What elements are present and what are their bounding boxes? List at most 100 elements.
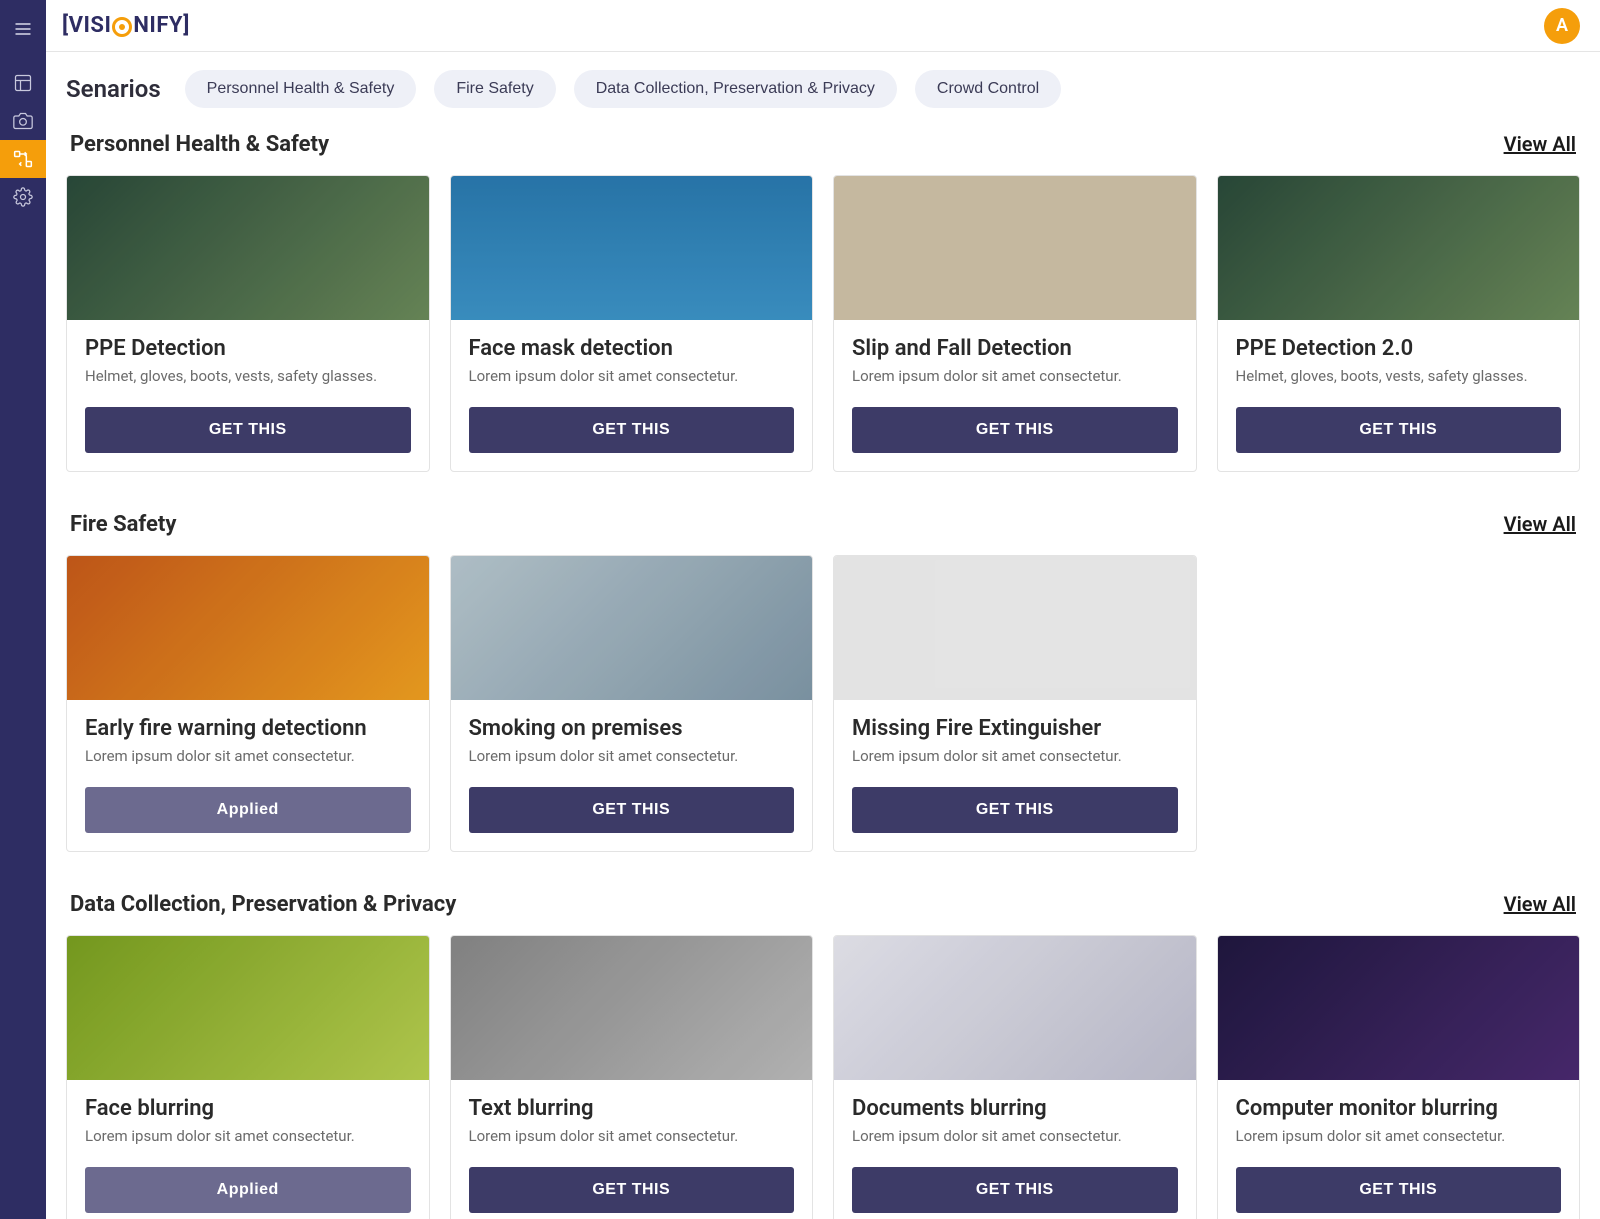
sidebar bbox=[0, 0, 46, 1219]
card-body: Computer monitor blurring Lorem ipsum dol… bbox=[1218, 1080, 1580, 1219]
card-title: Text blurring bbox=[469, 1096, 795, 1121]
card-body: Slip and Fall Detection Lorem ipsum dolor… bbox=[834, 320, 1196, 471]
menu-icon bbox=[13, 19, 33, 39]
gear-icon bbox=[13, 187, 33, 207]
card-description: Lorem ipsum dolor sit amet consectetur. bbox=[85, 747, 411, 765]
card-title: Face blurring bbox=[85, 1096, 411, 1121]
logo[interactable]: [VISI NIFY] bbox=[62, 13, 190, 38]
card-title: Documents blurring bbox=[852, 1096, 1178, 1121]
get-this-button[interactable]: GET THIS bbox=[852, 787, 1178, 833]
filter-chip-3[interactable]: Crowd Control bbox=[915, 70, 1061, 108]
scenario-card: Computer monitor blurring Lorem ipsum dol… bbox=[1217, 935, 1581, 1219]
card-grid-2: Face blurring Lorem ipsum dolor sit amet … bbox=[66, 935, 1580, 1219]
card-description: Lorem ipsum dolor sit amet consectetur. bbox=[852, 367, 1178, 385]
logo-prefix: [VISI bbox=[62, 13, 111, 38]
card-description: Lorem ipsum dolor sit amet consectetur. bbox=[852, 1127, 1178, 1145]
card-body: Face blurring Lorem ipsum dolor sit amet … bbox=[67, 1080, 429, 1219]
card-image bbox=[451, 556, 813, 700]
section-title: Fire Safety bbox=[70, 512, 176, 537]
scenario-card: Smoking on premises Lorem ipsum dolor sit… bbox=[450, 555, 814, 852]
card-title: PPE Detection 2.0 bbox=[1236, 336, 1562, 361]
card-image bbox=[834, 176, 1196, 320]
filter-chips: Personnel Health & Safety Fire Safety Data… bbox=[185, 70, 1062, 108]
get-this-button[interactable]: GET THIS bbox=[85, 407, 411, 453]
card-image bbox=[1218, 936, 1580, 1080]
filter-chip-2[interactable]: Data Collection, Preservation & Privacy bbox=[574, 70, 897, 108]
card-image bbox=[67, 176, 429, 320]
card-grid-1: Early fire warning detectionn Lorem ipsum… bbox=[66, 555, 1580, 852]
sidebar-item-dashboard[interactable] bbox=[0, 64, 46, 102]
filter-chip-1[interactable]: Fire Safety bbox=[434, 70, 555, 108]
section-title: Personnel Health & Safety bbox=[70, 132, 329, 157]
view-all-link[interactable]: View All bbox=[1504, 512, 1576, 536]
card-image bbox=[67, 556, 429, 700]
card-body: PPE Detection 2.0 Helmet, gloves, boots, … bbox=[1218, 320, 1580, 471]
logo-eye-icon bbox=[112, 17, 132, 37]
applied-button[interactable]: Applied bbox=[85, 787, 411, 833]
camera-icon bbox=[13, 111, 33, 131]
sidebar-item-scenarios[interactable] bbox=[0, 140, 46, 178]
card-image bbox=[451, 936, 813, 1080]
sidebar-item-camera[interactable] bbox=[0, 102, 46, 140]
card-image bbox=[834, 936, 1196, 1080]
card-title: PPE Detection bbox=[85, 336, 411, 361]
get-this-button[interactable]: GET THIS bbox=[469, 1167, 795, 1213]
dashboard-icon bbox=[13, 73, 33, 93]
scenario-card: Face blurring Lorem ipsum dolor sit amet … bbox=[66, 935, 430, 1219]
card-title: Missing Fire Extinguisher bbox=[852, 716, 1178, 741]
scenario-card: PPE DetectionHelmet, gloves, boots, vest… bbox=[66, 175, 430, 472]
get-this-button[interactable]: GET THIS bbox=[1236, 407, 1562, 453]
card-image bbox=[451, 176, 813, 320]
scenario-card: Slip and Fall Detection Lorem ipsum dolor… bbox=[833, 175, 1197, 472]
card-image bbox=[834, 556, 1196, 700]
card-title: Smoking on premises bbox=[469, 716, 795, 741]
card-title: Computer monitor blurring bbox=[1236, 1096, 1562, 1121]
filter-chip-0[interactable]: Personnel Health & Safety bbox=[185, 70, 417, 108]
page-title: Senarios bbox=[66, 75, 161, 103]
scenario-card: Early fire warning detectionn Lorem ipsum… bbox=[66, 555, 430, 852]
card-description: Lorem ipsum dolor sit amet consectetur. bbox=[469, 367, 795, 385]
section-head-1: Fire Safety View All bbox=[70, 512, 1576, 537]
card-body: Missing Fire Extinguisher Lorem ipsum dol… bbox=[834, 700, 1196, 851]
header: [VISI NIFY] A bbox=[46, 0, 1600, 52]
main-region: [VISI NIFY] A Senarios Personnel Health … bbox=[46, 0, 1600, 1219]
get-this-button[interactable]: GET THIS bbox=[852, 1167, 1178, 1213]
card-description: Lorem ipsum dolor sit amet consectetur. bbox=[469, 747, 795, 765]
card-title: Early fire warning detectionn bbox=[85, 716, 411, 741]
logo-suffix: NIFY] bbox=[133, 13, 189, 38]
scenario-card: Missing Fire Extinguisher Lorem ipsum dol… bbox=[833, 555, 1197, 852]
scenario-card: Text blurring Lorem ipsum dolor sit amet … bbox=[450, 935, 814, 1219]
card-image bbox=[1218, 176, 1580, 320]
view-all-link[interactable]: View All bbox=[1504, 132, 1576, 156]
get-this-button[interactable]: GET THIS bbox=[1236, 1167, 1562, 1213]
card-description: Lorem ipsum dolor sit amet consectetur. bbox=[85, 1127, 411, 1145]
avatar[interactable]: A bbox=[1544, 8, 1580, 44]
get-this-button[interactable]: GET THIS bbox=[469, 407, 795, 453]
card-image bbox=[67, 936, 429, 1080]
sidebar-item-settings[interactable] bbox=[0, 178, 46, 216]
view-all-link[interactable]: View All bbox=[1504, 892, 1576, 916]
avatar-initial: A bbox=[1556, 15, 1568, 36]
card-title: Face mask detection bbox=[469, 336, 795, 361]
card-description: Lorem ipsum dolor sit amet consectetur. bbox=[469, 1127, 795, 1145]
section-head-0: Personnel Health & Safety View All bbox=[70, 132, 1576, 157]
card-body: Face mask detection Lorem ipsum dolor sit… bbox=[451, 320, 813, 471]
content-area: Senarios Personnel Health & Safety Fire S… bbox=[46, 52, 1600, 1219]
scenario-card: PPE Detection 2.0 Helmet, gloves, boots, … bbox=[1217, 175, 1581, 472]
applied-button[interactable]: Applied bbox=[85, 1167, 411, 1213]
card-body: Early fire warning detectionn Lorem ipsum… bbox=[67, 700, 429, 851]
section-head-2: Data Collection, Preservation & Privacy V… bbox=[70, 892, 1576, 917]
card-body: Documents blurring Lorem ipsum dolor sit … bbox=[834, 1080, 1196, 1219]
section-title: Data Collection, Preservation & Privacy bbox=[70, 892, 456, 917]
flow-icon bbox=[13, 149, 33, 169]
get-this-button[interactable]: GET THIS bbox=[469, 787, 795, 833]
card-body: Text blurring Lorem ipsum dolor sit amet … bbox=[451, 1080, 813, 1219]
get-this-button[interactable]: GET THIS bbox=[852, 407, 1178, 453]
scenario-card: Documents blurring Lorem ipsum dolor sit … bbox=[833, 935, 1197, 1219]
card-description: Lorem ipsum dolor sit amet consectetur. bbox=[852, 747, 1178, 765]
menu-toggle[interactable] bbox=[0, 8, 46, 50]
card-description: Helmet, gloves, boots, vests, safety gla… bbox=[1236, 367, 1562, 385]
card-description: Lorem ipsum dolor sit amet consectetur. bbox=[1236, 1127, 1562, 1145]
card-title: Slip and Fall Detection bbox=[852, 336, 1178, 361]
filter-row: Senarios Personnel Health & Safety Fire S… bbox=[66, 70, 1580, 108]
